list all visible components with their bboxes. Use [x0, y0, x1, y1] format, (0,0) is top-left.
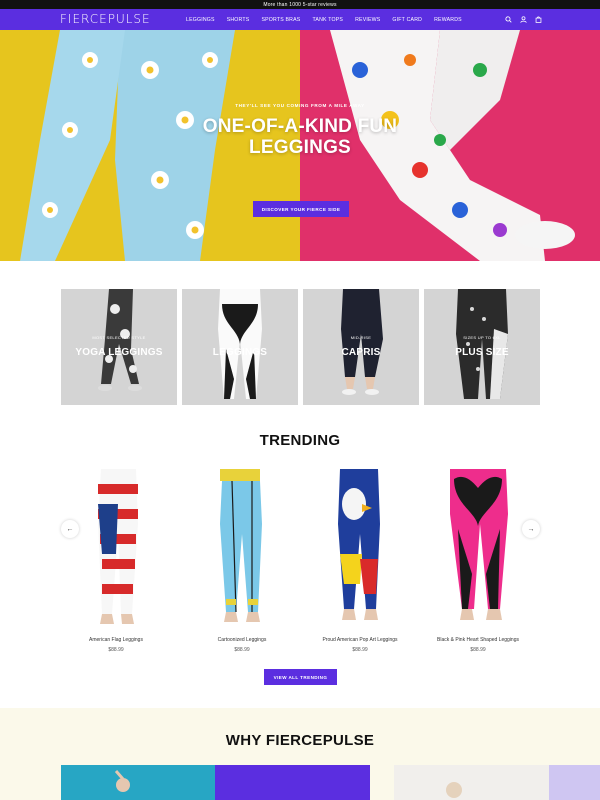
nav-reviews[interactable]: REVIEWS	[355, 17, 380, 23]
category-label: CAPRIS	[341, 347, 381, 358]
why-image-model	[394, 765, 549, 800]
header-icons	[505, 9, 542, 30]
category-tagline: SIZES UP TO 6XL	[463, 335, 501, 340]
nav-shorts[interactable]: SHORTS	[227, 17, 250, 23]
search-icon[interactable]	[505, 16, 512, 23]
why-image-panel-lavender	[549, 765, 600, 800]
category-capris[interactable]: MID-RISE CAPRIS	[303, 289, 419, 405]
category-label: LEGGINGS	[212, 347, 268, 358]
discover-button[interactable]: DISCOVER YOUR FIERCE SIDE	[253, 201, 349, 217]
nav-leggings[interactable]: LEGGINGS	[186, 17, 215, 23]
main-nav: LEGGINGS SHORTS SPORTS BRAS TANK TOPS RE…	[186, 9, 462, 30]
product-price: $88.99	[352, 647, 368, 653]
category-plus-size[interactable]: SIZES UP TO 6XL PLUS SIZE	[424, 289, 540, 405]
nav-sports-bras[interactable]: SPORTS BRAS	[261, 17, 300, 23]
view-all-trending-button[interactable]: VIEW ALL TRENDING	[264, 669, 337, 685]
product-price: $88.99	[470, 647, 486, 653]
product-price: $88.99	[108, 647, 124, 653]
product-card[interactable]: Cartoonized Leggings $88.99	[192, 464, 292, 664]
hero-banner: THEY'LL SEE YOU COMING FROM A MILE AWAY …	[0, 30, 600, 261]
american-flag-leggings-image	[98, 469, 138, 624]
nav-tank-tops[interactable]: TANK TOPS	[312, 17, 343, 23]
pop-art-leggings-image	[338, 469, 380, 620]
category-leggings[interactable]: LEGGINGS	[182, 289, 298, 405]
product-card[interactable]: Black & Pink Heart Shaped Leggings $88.9…	[428, 464, 528, 664]
category-label: YOGA LEGGINGS	[75, 347, 163, 358]
cartoonized-leggings-image	[220, 469, 262, 622]
product-card[interactable]: Proud American Pop Art Leggings $88.99	[310, 464, 410, 664]
category-tagline: MOST SELECTED STYLE	[92, 335, 146, 340]
announcement-bar: More than 1000 5-star reviews	[0, 0, 600, 9]
why-image-panel	[215, 765, 370, 800]
category-label: PLUS SIZE	[455, 347, 509, 358]
product-price: $88.99	[234, 647, 250, 653]
trending-title: TRENDING	[259, 432, 341, 449]
announcement-text: More than 1000 5-star reviews	[263, 1, 337, 8]
hero-title: ONE-OF-A-KIND FUN LEGGINGS	[202, 116, 398, 158]
product-card[interactable]: American Flag Leggings $88.99	[66, 464, 166, 664]
category-yoga-leggings[interactable]: MOST SELECTED STYLE YOGA LEGGINGS	[61, 289, 177, 405]
cart-icon[interactable]	[535, 16, 542, 23]
category-grid: MOST SELECTED STYLE YOGA LEGGINGS LEGGIN…	[61, 289, 540, 405]
nav-gift-card[interactable]: GIFT CARD	[392, 17, 422, 23]
heart-leggings-image	[450, 469, 508, 620]
nav-rewards[interactable]: REWARDS	[434, 17, 462, 23]
why-image-athlete	[61, 765, 215, 800]
account-icon[interactable]	[520, 16, 527, 23]
product-name[interactable]: American Flag Leggings	[46, 637, 186, 643]
site-header: FIERCEPULSE LEGGINGS SHORTS SPORTS BRAS …	[0, 9, 600, 30]
why-title: WHY FIERCEPULSE	[225, 732, 375, 749]
product-name[interactable]: Black & Pink Heart Shaped Leggings	[408, 637, 548, 643]
category-tagline: MID-RISE	[350, 335, 372, 340]
hero-subtitle: THEY'LL SEE YOU COMING FROM A MILE AWAY	[235, 103, 365, 108]
why-section: WHY FIERCEPULSE	[0, 708, 600, 800]
logo[interactable]: FIERCEPULSE	[60, 12, 151, 26]
